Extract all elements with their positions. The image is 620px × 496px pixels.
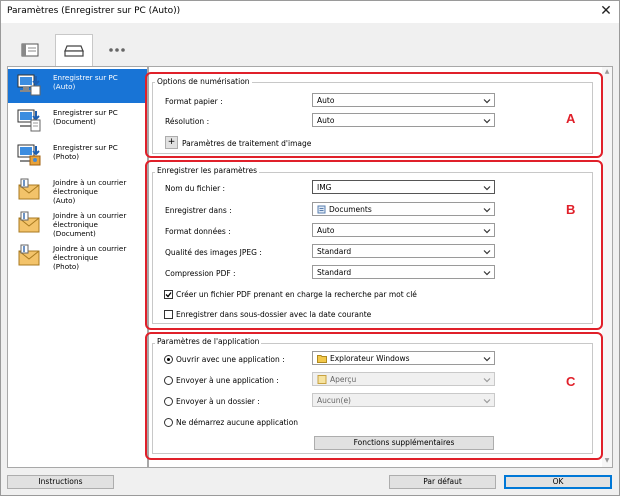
- scan-type-list: Enregistrer sur PC (Auto) Enregistrer su…: [7, 66, 148, 468]
- email-attach-document-icon: [18, 211, 40, 233]
- sidebar-item-label: Enregistrer sur PC (Photo): [53, 143, 118, 161]
- section-title: Options de numérisation: [155, 77, 252, 86]
- paper-size-label: Format papier :: [165, 97, 223, 106]
- open-with-app-label: Ouvrir avec une application :: [176, 355, 285, 364]
- ok-button[interactable]: OK: [504, 475, 612, 489]
- jpeg-quality-label: Qualité des images JPEG :: [165, 248, 262, 257]
- send-to-app-label: Envoyer à une application :: [176, 376, 279, 385]
- save-in-label: Enregistrer dans :: [165, 206, 232, 215]
- no-app-label: Ne démarrez aucune application: [176, 418, 299, 427]
- resolution-select[interactable]: Auto: [312, 113, 495, 127]
- pdf-compression-label: Compression PDF :: [165, 269, 236, 278]
- documents-folder-icon: [317, 205, 326, 214]
- default-button[interactable]: Par défaut: [389, 475, 496, 489]
- file-name-label: Nom du fichier :: [165, 184, 226, 193]
- sidebar-item-label: Enregistrer sur PC (Document): [53, 108, 118, 126]
- scanner-icon: [64, 44, 84, 57]
- annotation-letter-b: B: [566, 202, 576, 217]
- scroll-down-icon[interactable]: ▼: [603, 457, 611, 464]
- jpeg-quality-select[interactable]: Standard: [312, 244, 495, 258]
- chevron-down-icon: [483, 229, 491, 234]
- sidebar-item-email-document[interactable]: Joindre à un courrier électronique (Docu…: [8, 207, 147, 243]
- send-to-app-radio[interactable]: [164, 376, 173, 385]
- data-format-label: Format données :: [165, 227, 231, 236]
- chevron-down-icon: [483, 378, 491, 383]
- scroll-up-icon[interactable]: ▲: [603, 68, 611, 75]
- annotation-letter-c: C: [566, 374, 576, 389]
- searchable-pdf-checkbox[interactable]: [164, 290, 173, 299]
- sidebar-item-email-photo[interactable]: Joindre à un courrier électronique (Phot…: [8, 240, 147, 276]
- sidebar-item-email-auto[interactable]: Joindre à un courrier électronique (Auto…: [8, 174, 147, 210]
- open-with-app-select[interactable]: Explorateur Windows: [312, 351, 495, 365]
- title-bar: Paramètres (Enregistrer sur PC (Auto)) ✕: [1, 1, 619, 23]
- ellipsis-icon: [109, 48, 125, 52]
- send-to-folder-label: Envoyer à un dossier :: [176, 397, 260, 406]
- save-in-select[interactable]: Documents: [312, 202, 495, 216]
- chevron-down-icon: [483, 208, 491, 213]
- no-app-radio[interactable]: [164, 418, 173, 427]
- sidebar-item-label: Enregistrer sur PC (Auto): [53, 73, 118, 91]
- vertical-scrollbar[interactable]: ▲ ▼: [602, 67, 612, 467]
- paper-size-select[interactable]: Auto: [312, 93, 495, 107]
- pc-save-auto-icon: [17, 74, 41, 96]
- data-format-select[interactable]: Auto: [312, 223, 495, 237]
- send-to-app-select[interactable]: Aperçu: [312, 372, 495, 386]
- pc-save-document-icon: [17, 109, 41, 132]
- checkmark-icon: [165, 292, 172, 298]
- pc-save-photo-icon: [17, 144, 41, 166]
- send-to-folder-select[interactable]: Aucun(e): [312, 393, 495, 407]
- resolution-label: Résolution :: [165, 117, 210, 126]
- searchable-pdf-label: Créer un fichier PDF prenant en charge l…: [176, 290, 417, 299]
- chevron-down-icon: [483, 399, 491, 404]
- date-subfolder-checkbox[interactable]: [164, 310, 173, 319]
- tab-scan-settings[interactable]: [11, 35, 49, 65]
- annotation-letter-a: A: [566, 111, 576, 126]
- chevron-down-icon: [483, 186, 491, 191]
- email-attach-auto-icon: [18, 178, 40, 200]
- preview-app-icon: [317, 375, 327, 384]
- send-to-folder-radio[interactable]: [164, 397, 173, 406]
- date-subfolder-label: Enregistrer dans sous-dossier avec la da…: [176, 310, 372, 319]
- folder-icon: [317, 355, 327, 363]
- window-icon: [21, 43, 39, 57]
- file-name-combobox[interactable]: IMG: [312, 180, 495, 194]
- sidebar-item-label: Joindre à un courrier électronique (Phot…: [53, 244, 127, 271]
- expand-image-processing-button[interactable]: +: [165, 136, 178, 149]
- sidebar-item-label: Joindre à un courrier électronique (Auto…: [53, 178, 127, 205]
- tab-more[interactable]: [98, 35, 136, 65]
- sidebar-item-label: Joindre à un courrier électronique (Docu…: [53, 211, 127, 238]
- sidebar-item-save-pc-document[interactable]: Enregistrer sur PC (Document): [8, 104, 147, 138]
- chevron-down-icon: [483, 250, 491, 255]
- chevron-down-icon: [483, 99, 491, 104]
- section-title: Paramètres de l'application: [155, 337, 262, 346]
- tab-save-settings[interactable]: [55, 34, 93, 66]
- pdf-compression-select[interactable]: Standard: [312, 265, 495, 279]
- more-functions-button[interactable]: Fonctions supplémentaires: [314, 436, 494, 450]
- sidebar-item-save-pc-auto[interactable]: Enregistrer sur PC (Auto): [8, 69, 147, 103]
- sidebar-item-save-pc-photo[interactable]: Enregistrer sur PC (Photo): [8, 139, 147, 173]
- chevron-down-icon: [483, 119, 491, 124]
- chevron-down-icon: [483, 271, 491, 276]
- open-with-app-radio[interactable]: [164, 355, 173, 364]
- section-title: Enregistrer les paramètres: [155, 166, 260, 175]
- instructions-button[interactable]: Instructions: [7, 475, 114, 489]
- chevron-down-icon: [483, 357, 491, 362]
- window-title: Paramètres (Enregistrer sur PC (Auto)): [7, 6, 181, 16]
- image-processing-label: Paramètres de traitement d'image: [182, 139, 312, 148]
- email-attach-photo-icon: [18, 244, 40, 266]
- close-icon[interactable]: ✕: [593, 1, 619, 23]
